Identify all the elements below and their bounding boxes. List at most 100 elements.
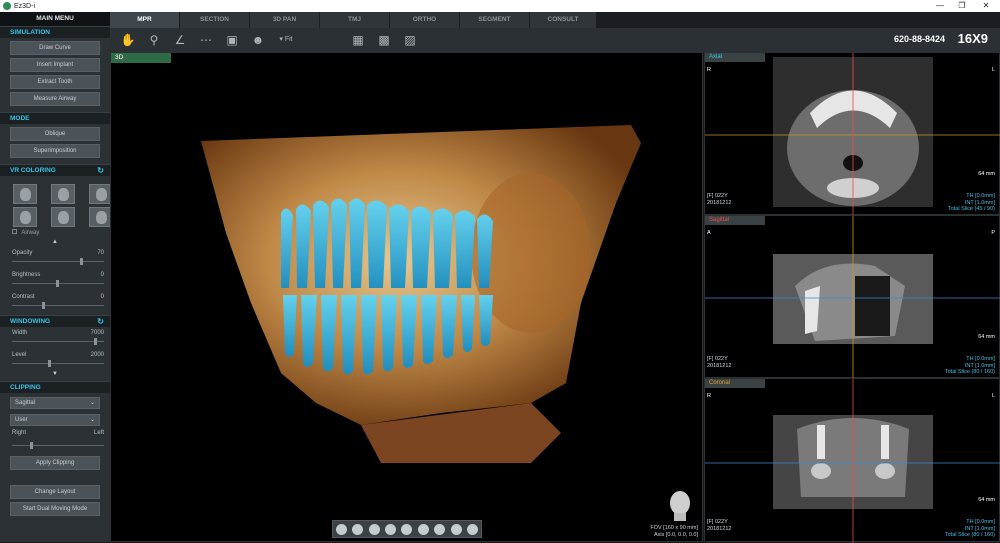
tab-mpr[interactable]: MPR <box>110 12 180 28</box>
brightness-slider-handle[interactable] <box>56 280 59 287</box>
vr-preset-thumbnail[interactable] <box>13 207 37 227</box>
level-slider-handle[interactable] <box>48 360 51 367</box>
orientation-button-icon[interactable] <box>467 523 479 535</box>
dropdown-icon[interactable]: ▾ Fit <box>278 32 294 48</box>
orientation-head-icon[interactable] <box>666 489 694 521</box>
close-icon[interactable]: ✕ <box>976 0 996 12</box>
patient-id: 620-88-8424 <box>893 34 945 44</box>
zoom-icon[interactable]: ⚲ <box>146 32 162 48</box>
measure-airway-button[interactable]: Measure Airway <box>10 92 100 106</box>
orientation-button-icon[interactable] <box>352 523 364 535</box>
coronal-right-orientation: L <box>991 393 995 399</box>
restore-icon[interactable]: ❐ <box>952 0 972 12</box>
layout-2-icon[interactable]: ▩ <box>376 32 392 48</box>
tab-section[interactable]: SECTION <box>180 12 250 28</box>
width-slider-handle[interactable] <box>94 338 97 345</box>
minimize-icon[interactable]: — <box>930 0 950 12</box>
axial-scale: 64 mm <box>978 171 995 177</box>
clipping-header: CLIPPING <box>0 381 110 393</box>
layout-1-icon[interactable]: ▦ <box>350 32 366 48</box>
vr-coloring-header: VR COLORING ↻ <box>0 164 110 176</box>
fov-readout: FOV [160 x 90 mm] <box>650 524 698 531</box>
sagittal-stat-line: Total Slice (80 / 160) <box>944 369 995 375</box>
layout-3-icon[interactable]: ▨ <box>402 32 418 48</box>
main-menu-header[interactable]: MAIN MENU <box>0 12 110 26</box>
apply-clipping-button[interactable]: Apply Clipping <box>10 456 100 470</box>
volume-render-view[interactable]: 3D FOV [160 x 90 mm] Axis [0.0, 0.0, 0.0… <box>110 52 703 542</box>
level-value: 2000 <box>90 352 104 358</box>
vr-preset-thumbnail[interactable] <box>13 184 37 204</box>
mode-header: MODE <box>0 112 110 124</box>
tab-segment[interactable]: SEGMENT <box>460 12 530 28</box>
dual-moving-mode-button[interactable]: Start Dual Moving Mode <box>10 502 100 516</box>
orientation-button-icon[interactable] <box>450 523 462 535</box>
line-measure-icon[interactable]: ⋯ <box>198 32 214 48</box>
axial-right-orientation: L <box>991 67 995 73</box>
collapse-up-icon[interactable]: ▲ <box>0 239 110 247</box>
vr-preset-thumbnail[interactable] <box>51 184 75 204</box>
vr-preset-thumbnail[interactable] <box>51 207 75 227</box>
extract-tooth-button[interactable]: Extract Tooth <box>10 75 100 89</box>
coronal-view[interactable]: Coronal R L 64 mm [F] 022Y 20181212 TH [… <box>704 378 1000 543</box>
contrast-slider[interactable] <box>12 305 104 306</box>
title-bar: Ez3D-i — ❐ ✕ <box>0 0 1000 12</box>
level-slider[interactable] <box>12 363 104 364</box>
orientation-button-icon[interactable] <box>385 523 397 535</box>
axial-view[interactable]: Axial R L 64 mm [F] 022Y 20181212 TH [0.… <box>704 52 1000 216</box>
opacity-slider[interactable] <box>12 261 104 262</box>
reset-view-icon[interactable]: ☻ <box>250 32 266 48</box>
tab-bar: MPR SECTION 3D PAN TMJ ORTHO SEGMENT CON… <box>110 12 1000 28</box>
sagittal-info: [F] 022Y 20181212 <box>707 356 731 369</box>
orientation-button-icon[interactable] <box>401 523 413 535</box>
width-label: Width <box>12 330 28 336</box>
opacity-slider-row: Opacity 70 <box>0 247 110 269</box>
jaw-render-image <box>201 125 641 463</box>
opacity-label: Opacity <box>12 250 33 256</box>
axial-slice-image <box>705 53 1000 216</box>
sagittal-view[interactable]: Sagittal A P 64 mm [F] 022Y 20181212 TH … <box>704 215 1000 379</box>
change-layout-button[interactable]: Change Layout <box>10 485 100 499</box>
view-orientation-toolbar <box>332 520 482 538</box>
angle-measure-icon[interactable]: ∠ <box>172 32 188 48</box>
clipping-slider[interactable] <box>12 445 104 446</box>
collapse-down-icon[interactable]: ▼ <box>0 371 110 381</box>
coronal-info: [F] 022Y 20181212 <box>707 519 731 532</box>
tab-consult[interactable]: CONSULT <box>530 12 597 28</box>
coronal-stat-line: Total Slice (80 / 160) <box>944 532 995 538</box>
clipping-slider-handle[interactable] <box>30 442 33 449</box>
contrast-value: 0 <box>100 294 104 300</box>
tab-3d-pan[interactable]: 3D PAN <box>250 12 320 28</box>
axis-readout: Axis [0.0, 0.0, 0.0] <box>653 531 698 538</box>
coronal-left-orientation: R <box>707 393 711 399</box>
airway-checkbox[interactable] <box>12 229 17 234</box>
sagittal-slice-image <box>705 216 1000 379</box>
refresh-icon[interactable]: ↻ <box>97 165 104 177</box>
tab-ortho[interactable]: ORTHO <box>390 12 460 28</box>
tab-tmj[interactable]: TMJ <box>320 12 390 28</box>
insert-implant-button[interactable]: Insert Implant <box>10 58 100 72</box>
pan-hand-icon[interactable]: ✋ <box>120 32 136 48</box>
opacity-value: 70 <box>97 250 104 256</box>
vr-preset-grid <box>0 176 113 227</box>
orientation-button-icon[interactable] <box>434 523 446 535</box>
sagittal-left-orientation: A <box>707 230 711 236</box>
clipping-mode-select[interactable]: User ⌄ <box>10 414 100 426</box>
app-title: Ez3D-i <box>14 2 36 10</box>
clipping-mode-value: User <box>15 417 28 423</box>
capture-icon[interactable]: ▣ <box>224 32 240 48</box>
windowing-label: WINDOWING <box>10 318 51 325</box>
orientation-button-icon[interactable] <box>368 523 380 535</box>
superimposition-button[interactable]: Superimposition <box>10 144 100 158</box>
brightness-slider-row: Brightness 0 <box>0 269 110 291</box>
clipping-plane-select[interactable]: Sagittal ⌄ <box>10 397 100 409</box>
width-slider[interactable] <box>12 341 104 342</box>
oblique-button[interactable]: Oblique <box>10 127 100 141</box>
clip-side-right-label: Right <box>12 430 27 436</box>
orientation-button-icon[interactable] <box>417 523 429 535</box>
windowing-header: WINDOWING ↻ <box>0 315 110 327</box>
opacity-slider-handle[interactable] <box>80 258 83 265</box>
coronal-info-line: [F] 022Y <box>707 519 728 525</box>
contrast-slider-handle[interactable] <box>42 302 45 309</box>
draw-curve-button[interactable]: Draw Curve <box>10 41 100 55</box>
orientation-button-icon[interactable] <box>335 523 347 535</box>
